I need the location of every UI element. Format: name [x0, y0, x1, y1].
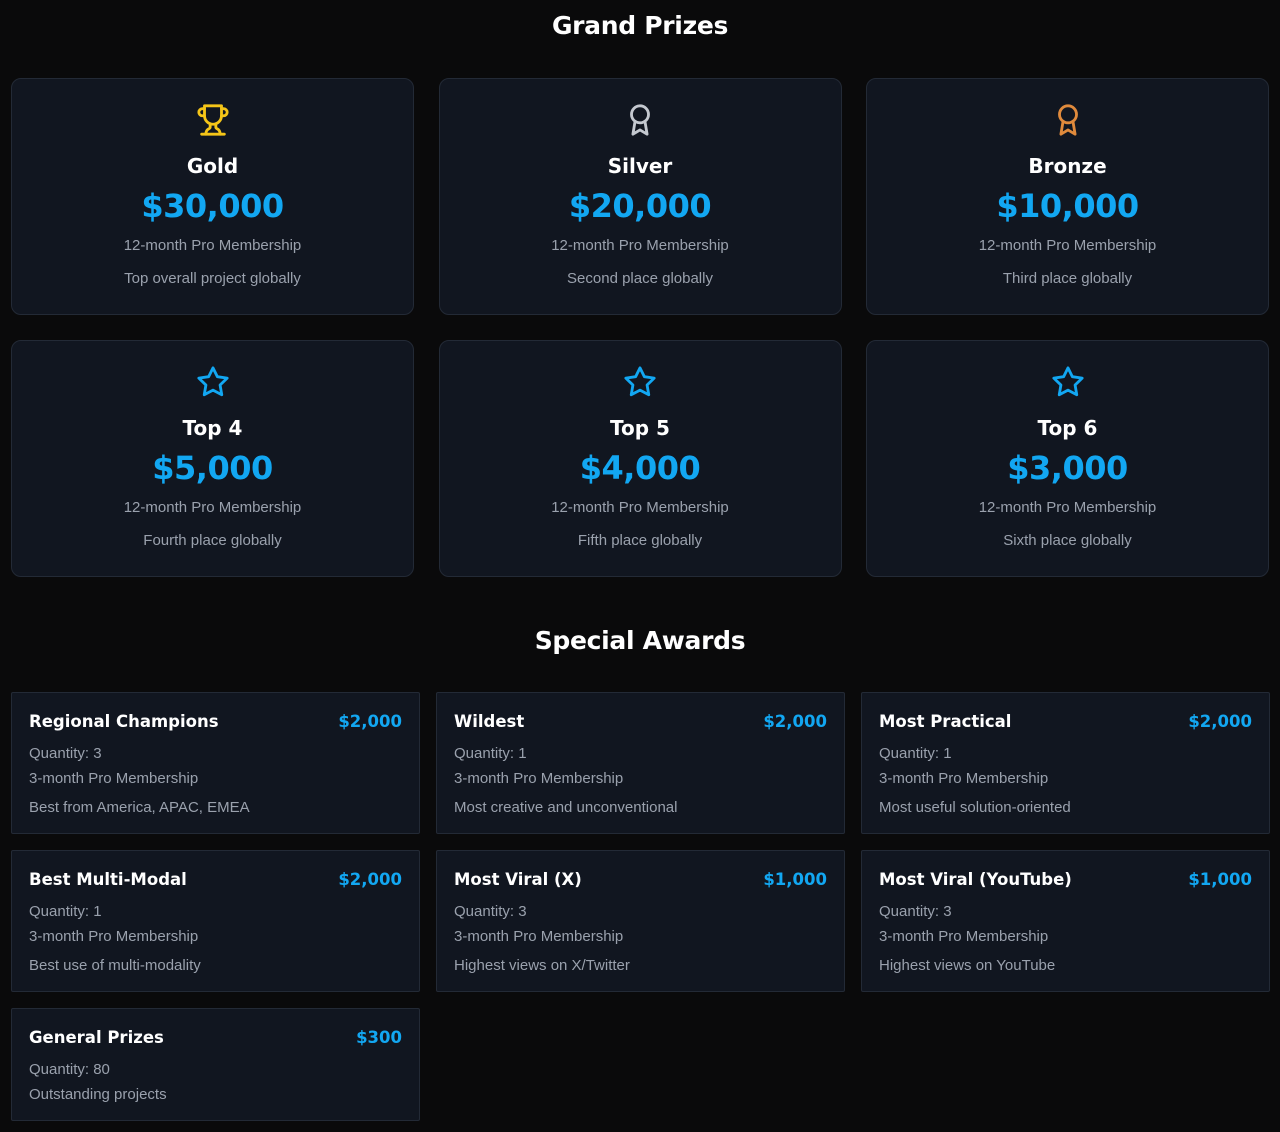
- award-name: General Prizes: [29, 1028, 164, 1047]
- prize-membership: 12-month Pro Membership: [123, 237, 302, 254]
- award-name: Wildest: [454, 712, 525, 731]
- grand-prizes-grid: Gold $30,000 12-month Pro Membership Top…: [11, 78, 1269, 577]
- award-description: Highest views on X/Twitter: [454, 957, 630, 974]
- award-quantity: Quantity: 1: [454, 745, 527, 762]
- star-icon: [196, 365, 230, 399]
- prize-name: Bronze: [1028, 154, 1107, 178]
- award-card-wildest: Wildest $2,000 Quantity: 1 3-month Pro M…: [436, 692, 845, 834]
- award-quantity: Quantity: 3: [879, 903, 952, 920]
- award-name: Most Practical: [879, 712, 1012, 731]
- prize-description: Second place globally: [567, 270, 713, 287]
- trophy-icon: [196, 103, 230, 137]
- award-amount: $2,000: [1188, 712, 1252, 731]
- grand-prize-card-bronze: Bronze $10,000 12-month Pro Membership T…: [866, 78, 1269, 315]
- award-quantity: Quantity: 1: [879, 745, 952, 762]
- award-card-most-practical: Most Practical $2,000 Quantity: 1 3-mont…: [861, 692, 1270, 834]
- prize-membership: 12-month Pro Membership: [123, 499, 302, 516]
- grand-prizes-heading: Grand Prizes: [551, 11, 729, 40]
- award-amount: $2,000: [338, 712, 402, 731]
- medal-icon: [623, 103, 657, 137]
- prize-amount: $5,000: [152, 449, 273, 487]
- award-description: Best use of multi-modality: [29, 957, 201, 974]
- award-name: Most Viral (X): [454, 870, 582, 889]
- star-icon: [1051, 365, 1085, 399]
- award-membership: 3-month Pro Membership: [29, 928, 199, 945]
- award-card-regional-champions: Regional Champions $2,000 Quantity: 3 3-…: [11, 692, 420, 834]
- prize-name: Silver: [607, 154, 673, 178]
- grand-prize-card-silver: Silver $20,000 12-month Pro Membership S…: [438, 78, 842, 315]
- prize-description: Fourth place globally: [143, 532, 282, 549]
- award-description: Most useful solution-oriented: [879, 799, 1071, 816]
- grand-prize-card-top-6: Top 6 $3,000 12-month Pro Membership Six…: [866, 340, 1269, 577]
- prize-amount: $3,000: [1007, 449, 1128, 487]
- award-quantity: Quantity: 3: [29, 745, 102, 762]
- prize-name: Gold: [186, 154, 239, 178]
- prize-amount: $30,000: [141, 187, 284, 225]
- award-membership: 3-month Pro Membership: [454, 770, 624, 787]
- award-card-best-multi-modal: Best Multi-Modal $2,000 Quantity: 1 3-mo…: [11, 850, 420, 992]
- prize-name: Top 6: [1037, 416, 1098, 440]
- award-name: Regional Champions: [29, 712, 219, 731]
- award-quantity: Quantity: 1: [29, 903, 102, 920]
- prize-name: Top 4: [182, 416, 243, 440]
- award-card-most-viral-x: Most Viral (X) $1,000 Quantity: 3 3-mont…: [436, 850, 845, 992]
- medal-icon: [1051, 103, 1085, 137]
- award-quantity: Quantity: 3: [454, 903, 527, 920]
- star-icon: [623, 365, 657, 399]
- award-amount: $1,000: [763, 870, 827, 889]
- award-amount: $2,000: [338, 870, 402, 889]
- prize-description: Top overall project globally: [124, 270, 301, 287]
- award-description: Highest views on YouTube: [879, 957, 1056, 974]
- award-name: Most Viral (YouTube): [879, 870, 1072, 889]
- prize-amount: $10,000: [996, 187, 1139, 225]
- special-awards-heading: Special Awards: [534, 626, 746, 655]
- award-description: Best from America, APAC, EMEA: [29, 799, 250, 816]
- special-awards-grid: Regional Champions $2,000 Quantity: 3 3-…: [11, 692, 1270, 1121]
- prizes-page: Grand Prizes Gold $30,000 12-month Pro M…: [0, 0, 1280, 1132]
- award-membership: 3-month Pro Membership: [29, 770, 199, 787]
- award-membership: 3-month Pro Membership: [879, 770, 1049, 787]
- award-membership: 3-month Pro Membership: [454, 928, 624, 945]
- award-description: Most creative and unconventional: [454, 799, 678, 816]
- prize-description: Third place globally: [1002, 270, 1133, 287]
- prize-membership: 12-month Pro Membership: [551, 499, 729, 516]
- grand-prize-card-top-4: Top 4 $5,000 12-month Pro Membership Fou…: [11, 340, 414, 577]
- prize-name: Top 5: [610, 416, 670, 440]
- award-card-general-prizes: General Prizes $300 Quantity: 80 Outstan…: [11, 1008, 420, 1121]
- prize-description: Fifth place globally: [577, 532, 703, 549]
- prize-membership: 12-month Pro Membership: [978, 499, 1157, 516]
- grand-prize-card-gold: Gold $30,000 12-month Pro Membership Top…: [11, 78, 414, 315]
- prize-amount: $4,000: [579, 449, 701, 487]
- grand-prize-card-top-5: Top 5 $4,000 12-month Pro Membership Fif…: [438, 340, 842, 577]
- prize-description: Sixth place globally: [1003, 532, 1132, 549]
- award-amount: $1,000: [1188, 870, 1252, 889]
- prize-amount: $20,000: [568, 187, 712, 225]
- award-amount: $300: [356, 1028, 402, 1047]
- award-membership: 3-month Pro Membership: [879, 928, 1049, 945]
- award-name: Best Multi-Modal: [29, 870, 187, 889]
- award-card-most-viral-youtube: Most Viral (YouTube) $1,000 Quantity: 3 …: [861, 850, 1270, 992]
- award-description: Outstanding projects: [29, 1086, 167, 1103]
- prize-membership: 12-month Pro Membership: [551, 237, 729, 254]
- prize-membership: 12-month Pro Membership: [978, 237, 1157, 254]
- award-amount: $2,000: [763, 712, 827, 731]
- award-quantity: Quantity: 80: [29, 1061, 110, 1078]
